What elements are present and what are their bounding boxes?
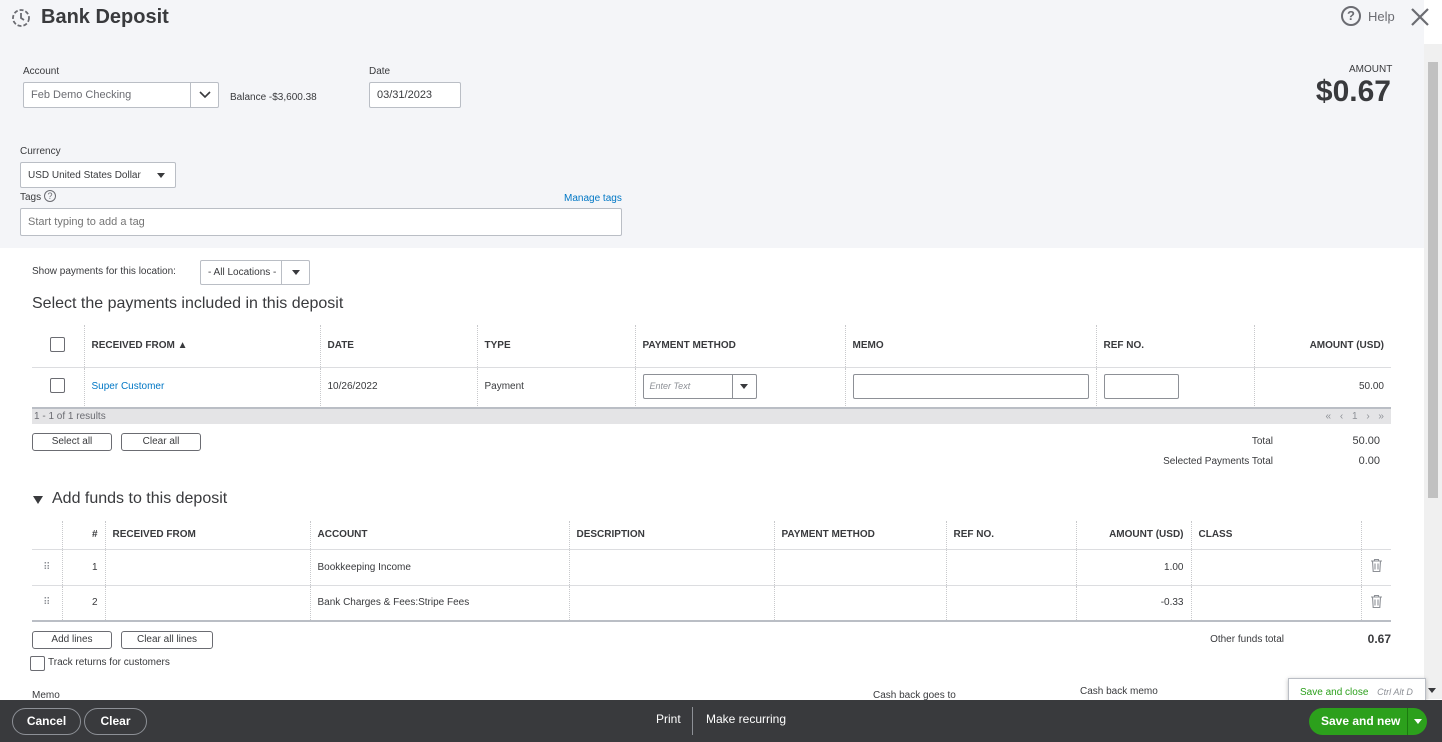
pagination[interactable]: « ‹ 1 › » (1326, 409, 1387, 424)
collapse-triangle-icon[interactable] (33, 496, 43, 504)
table-header-row: RECEIVED FROM ▲ DATE TYPE PAYMENT METHOD… (32, 325, 1391, 367)
other-funds-total-label: Other funds total (1210, 634, 1284, 645)
col-amount: AMOUNT (USD) (1076, 521, 1192, 549)
col-received-from: RECEIVED FROM (105, 521, 311, 549)
table-row[interactable]: Super Customer 10/26/2022 Payment Enter … (32, 367, 1391, 406)
save-and-close-shortcut: Ctrl Alt D (1377, 687, 1413, 697)
track-returns-label: Track returns for customers (48, 657, 170, 668)
col-ref-no: REF NO. (946, 521, 1077, 549)
payment-method-placeholder: Enter Text (649, 381, 691, 392)
save-and-close-label: Save and close (1300, 687, 1369, 698)
col-received-from[interactable]: RECEIVED FROM ▲ (84, 325, 321, 367)
caret-down-icon[interactable] (731, 375, 756, 399)
other-funds-total-value: 0.67 (1367, 632, 1391, 646)
footer-divider (692, 707, 693, 735)
col-ref-no[interactable]: REF NO. (1096, 325, 1255, 367)
col-type[interactable]: TYPE (477, 325, 636, 367)
drag-handle-icon[interactable]: ⠿ (32, 585, 63, 621)
row-type: Payment (477, 367, 636, 406)
total-value: 50.00 (1352, 435, 1380, 447)
row-num: 2 (62, 585, 106, 621)
account-select[interactable]: Feb Demo Checking (23, 82, 219, 108)
trash-icon[interactable] (1361, 585, 1391, 621)
location-value: - All Locations - (208, 267, 277, 278)
account-label: Account (23, 66, 60, 77)
results-count: 1 - 1 of 1 results (34, 411, 106, 422)
col-amount[interactable]: AMOUNT (USD) (1254, 325, 1391, 367)
col-date[interactable]: DATE (320, 325, 478, 367)
col-num: # (62, 521, 106, 549)
account-balance: Balance -$3,600.38 (230, 92, 317, 103)
col-payment-method: PAYMENT METHOD (774, 521, 947, 549)
row-amount: 50.00 (1358, 381, 1384, 393)
recent-transactions-icon[interactable] (10, 7, 32, 29)
save-options-caret-icon[interactable] (1407, 708, 1427, 735)
payment-method-select[interactable]: Enter Text (642, 374, 757, 400)
date-input[interactable]: 03/31/2023 (369, 82, 461, 108)
help-link[interactable]: Help (1368, 9, 1395, 24)
tags-label: Tags (20, 192, 42, 203)
clear-all-button[interactable]: Clear all (121, 433, 201, 451)
row-amount[interactable]: 1.00 (1076, 549, 1192, 585)
currency-value: USD United States Dollar (28, 170, 141, 181)
scrollbar-thumb[interactable] (1428, 62, 1438, 498)
funds-section-title[interactable]: Add funds to this deposit (52, 490, 227, 508)
row-checkbox[interactable] (50, 377, 66, 393)
row-amount[interactable]: -0.33 (1076, 585, 1192, 621)
close-icon[interactable] (1408, 5, 1432, 29)
trash-icon[interactable] (1361, 549, 1391, 585)
header-checkbox[interactable] (50, 336, 66, 352)
tags-info-icon[interactable]: ? (44, 190, 56, 202)
selected-total-value: 0.00 (1358, 455, 1380, 467)
help-icon[interactable]: ? (1341, 6, 1361, 26)
print-button[interactable]: Print (656, 712, 681, 726)
col-account: ACCOUNT (310, 521, 570, 549)
ref-no-input[interactable] (1103, 374, 1179, 400)
row-date: 10/26/2022 (320, 367, 478, 406)
page-title: Bank Deposit (41, 6, 169, 28)
caret-down-icon[interactable] (147, 163, 175, 187)
cancel-button[interactable]: Cancel (12, 708, 81, 735)
location-label: Show payments for this location: (32, 266, 176, 277)
add-lines-button[interactable]: Add lines (32, 631, 112, 649)
cash-back-memo-label: Cash back memo (1080, 686, 1158, 697)
tags-input[interactable] (20, 208, 622, 236)
caret-down-icon[interactable] (281, 261, 309, 284)
amount-value: $0.67 (1315, 75, 1391, 108)
col-memo[interactable]: MEMO (845, 325, 1097, 367)
account-value: Feb Demo Checking (31, 89, 132, 101)
table-row[interactable]: ⠿ 1 Bookkeeping Income 1.00 (32, 549, 1391, 585)
row-account[interactable]: Bookkeeping Income (310, 549, 570, 585)
clear-button[interactable]: Clear (84, 708, 147, 735)
table-row[interactable]: ⠿ 2 Bank Charges & Fees:Stripe Fees -0.3… (32, 585, 1391, 621)
col-payment-method[interactable]: PAYMENT METHOD (635, 325, 846, 367)
col-class: CLASS (1191, 521, 1362, 549)
total-label: Total (1251, 436, 1273, 447)
col-description: DESCRIPTION (569, 521, 775, 549)
manage-tags-link[interactable]: Manage tags (564, 193, 622, 204)
amount-label: AMOUNT (1349, 64, 1393, 75)
payments-table: RECEIVED FROM ▲ DATE TYPE PAYMENT METHOD… (32, 325, 1391, 406)
drag-handle-icon[interactable]: ⠿ (32, 549, 63, 585)
date-label: Date (369, 66, 391, 77)
location-select[interactable]: - All Locations - (200, 260, 310, 285)
results-bar: 1 - 1 of 1 results « ‹ 1 › » (32, 407, 1391, 424)
customer-link[interactable]: Super Customer (92, 381, 165, 392)
currency-select[interactable]: USD United States Dollar (20, 162, 176, 188)
row-num: 1 (62, 549, 106, 585)
select-all-checkbox-cell[interactable] (32, 325, 85, 367)
track-returns-checkbox[interactable] (30, 656, 45, 671)
make-recurring-button[interactable]: Make recurring (706, 712, 786, 726)
memo-input[interactable] (852, 374, 1089, 400)
table-header-row: # RECEIVED FROM ACCOUNT DESCRIPTION PAYM… (32, 521, 1391, 549)
chevron-down-icon[interactable] (190, 83, 218, 107)
caret-down-icon[interactable] (1428, 688, 1436, 693)
funds-table: # RECEIVED FROM ACCOUNT DESCRIPTION PAYM… (32, 521, 1391, 622)
clear-all-lines-button[interactable]: Clear all lines (121, 631, 213, 649)
select-all-button[interactable]: Select all (32, 433, 112, 451)
payments-section-title: Select the payments included in this dep… (32, 295, 344, 312)
selected-total-label: Selected Payments Total (1163, 456, 1273, 467)
row-account[interactable]: Bank Charges & Fees:Stripe Fees (310, 585, 570, 621)
currency-label: Currency (20, 146, 61, 157)
